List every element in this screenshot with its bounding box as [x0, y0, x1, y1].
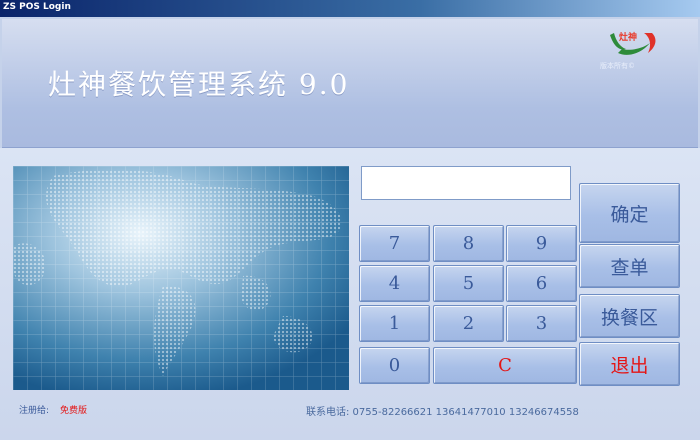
title-bar[interactable]: ZS POS Login [0, 0, 700, 18]
key-6[interactable]: 6 [506, 265, 577, 302]
key-1[interactable]: 1 [359, 305, 430, 342]
key-4[interactable]: 4 [359, 265, 430, 302]
confirm-button[interactable]: 确定 [579, 183, 680, 243]
copyright-text: 版本所有© [600, 62, 635, 70]
switch-area-button[interactable]: 换餐区 [579, 294, 680, 338]
key-3[interactable]: 3 [506, 305, 577, 342]
clear-button[interactable]: C [433, 347, 577, 384]
key-8[interactable]: 8 [433, 225, 504, 262]
key-9[interactable]: 9 [506, 225, 577, 262]
query-order-button[interactable]: 查单 [579, 244, 680, 288]
contact-phone: 联系电话: 0755-82266621 13641477010 13246674… [306, 407, 579, 418]
app-title: 灶神餐饮管理系统 9.0 [48, 68, 350, 101]
register-value: 免费版 [60, 406, 88, 416]
banner: 灶神餐饮管理系统 9.0 灶神 版本所有© [2, 19, 698, 148]
key-5[interactable]: 5 [433, 265, 504, 302]
login-panel: 7 8 9 4 5 6 1 2 3 0 C 确定 查单 换餐区 退出 [0, 148, 700, 440]
window-title: ZS POS Login [3, 2, 71, 12]
key-7[interactable]: 7 [359, 225, 430, 262]
key-0[interactable]: 0 [359, 347, 430, 384]
exit-button[interactable]: 退出 [579, 342, 680, 386]
logo-text: 灶神 [619, 33, 638, 43]
code-input[interactable] [361, 166, 571, 200]
register-label: 注册给: [19, 406, 50, 416]
world-map-image [13, 166, 349, 390]
key-2[interactable]: 2 [433, 305, 504, 342]
login-window: 灶神餐饮管理系统 9.0 灶神 版本所有© 7 8 9 4 5 6 1 2 3 … [0, 17, 700, 440]
